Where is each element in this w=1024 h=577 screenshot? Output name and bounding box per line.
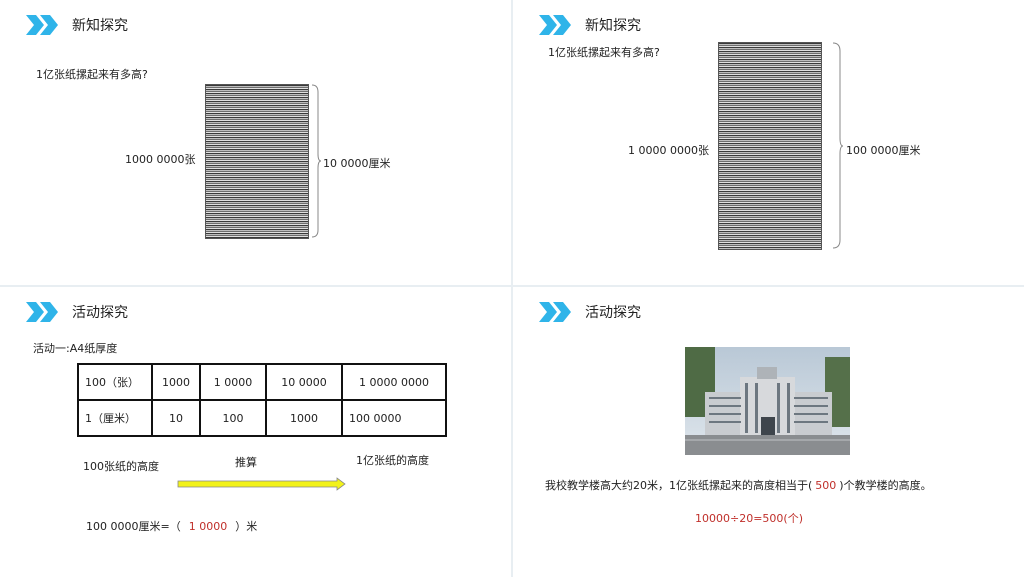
slide-header: 新知探究 bbox=[26, 14, 128, 36]
slide-title: 活动探究 bbox=[585, 305, 641, 321]
school-building-photo bbox=[685, 347, 850, 455]
thickness-table: 100（张） 1000 1 0000 10 0000 1 0000 0000 1… bbox=[77, 363, 447, 437]
statement: 我校教学楼高大约20米，1亿张纸摞起来的高度相当于(500)个教学楼的高度。 bbox=[545, 477, 932, 493]
slide-4: 活动探究 我校教学楼高大约20米，1亿张纸摞起来的高度相当于(500)个教学楼的… bbox=[513, 287, 1024, 577]
question-text: 1亿张纸摞起来有多高? bbox=[548, 46, 660, 59]
slide-title: 活动探究 bbox=[72, 305, 128, 321]
equation-suffix: ）米 bbox=[235, 520, 258, 533]
statement-answer: 500 bbox=[815, 479, 837, 492]
table-cell: 1 0000 0000 bbox=[341, 363, 447, 401]
double-chevron-icon bbox=[539, 302, 571, 322]
slide-2: 新知探究 1亿张纸摞起来有多高? 1 0000 0000张 100 0000厘米 bbox=[513, 0, 1024, 285]
statement-prefix: 我校教学楼高大约20米，1亿张纸摞起来的高度相当于( bbox=[545, 479, 813, 492]
paper-stack bbox=[718, 42, 822, 250]
calculation: 10000÷20=500(个) bbox=[695, 512, 804, 525]
table-cell: 10 bbox=[151, 399, 201, 437]
slide-header: 活动探究 bbox=[539, 301, 641, 323]
height-label: 100 0000厘米 bbox=[846, 144, 921, 157]
sheet-count-label: 1 0000 0000张 bbox=[628, 144, 709, 157]
sheet-count-label: 1000 0000张 bbox=[125, 153, 196, 166]
brace-icon bbox=[311, 84, 322, 238]
slide-title: 新知探究 bbox=[72, 18, 128, 34]
activity-label: 活动一:A4纸厚度 bbox=[33, 342, 118, 355]
slide-header: 活动探究 bbox=[26, 301, 128, 323]
arrow-label: 推算 bbox=[235, 456, 257, 469]
table-cell: 100（张） bbox=[77, 363, 153, 401]
equation-answer: 1 0000 bbox=[188, 520, 228, 533]
table-cell: 100 0000 bbox=[341, 399, 447, 437]
paper-stack bbox=[205, 84, 309, 239]
equation: 100 0000厘米=（ 1 0000 ）米 bbox=[86, 518, 257, 534]
arrow-icon bbox=[177, 477, 346, 491]
slide-3: 活动探究 活动一:A4纸厚度 100（张） 1000 1 0000 10 000… bbox=[0, 287, 511, 577]
table-cell: 1000 bbox=[151, 363, 201, 401]
slide-title: 新知探究 bbox=[585, 18, 641, 34]
equation-prefix: 100 0000厘米=（ bbox=[86, 520, 181, 533]
table-row: 1（厘米） 10 100 1000 100 0000 bbox=[77, 399, 447, 437]
statement-suffix: )个教学楼的高度。 bbox=[839, 479, 932, 492]
table-cell: 100 bbox=[199, 399, 267, 437]
to-label: 1亿张纸的高度 bbox=[356, 454, 429, 467]
table-cell: 10 0000 bbox=[265, 363, 343, 401]
table-cell: 1（厘米） bbox=[77, 399, 153, 437]
question-text: 1亿张纸摞起来有多高? bbox=[36, 68, 148, 81]
slide-header: 新知探究 bbox=[539, 14, 641, 36]
table-row: 100（张） 1000 1 0000 10 0000 1 0000 0000 bbox=[77, 363, 447, 401]
double-chevron-icon bbox=[26, 302, 58, 322]
double-chevron-icon bbox=[539, 15, 571, 35]
table-cell: 1000 bbox=[265, 399, 343, 437]
from-label: 100张纸的高度 bbox=[83, 460, 159, 473]
table-cell: 1 0000 bbox=[199, 363, 267, 401]
brace-icon bbox=[832, 42, 844, 249]
slide-1: 新知探究 1亿张纸摞起来有多高? 1000 0000张 10 0000厘米 bbox=[0, 0, 511, 285]
double-chevron-icon bbox=[26, 15, 58, 35]
height-label: 10 0000厘米 bbox=[323, 157, 391, 170]
